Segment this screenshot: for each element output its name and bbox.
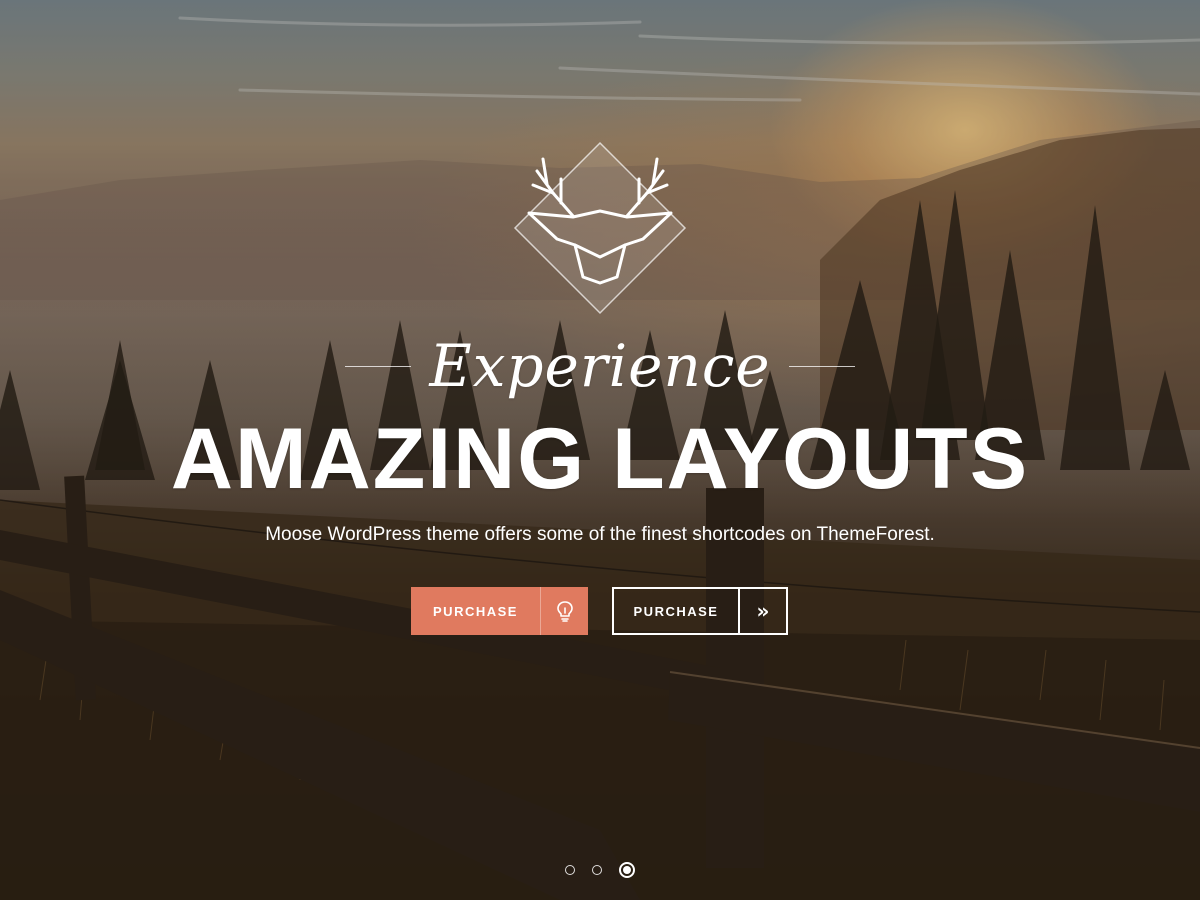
kicker-text: Experience	[429, 332, 771, 400]
kicker-row: Experience	[340, 326, 860, 406]
hero-content: Experience AMAZING LAYOUTS Moose WordPre…	[0, 0, 1200, 900]
purchase-button-secondary-label: PURCHASE	[633, 603, 719, 619]
slider-pagination	[565, 860, 635, 880]
headline: AMAZING LAYOUTS	[170, 411, 1030, 507]
slider-dot-2[interactable]	[592, 865, 602, 875]
kicker-divider-left	[345, 365, 412, 367]
purchase-button-secondary[interactable]: PURCHASE »	[612, 587, 788, 635]
kicker-divider-right	[788, 365, 855, 367]
purchase-button-primary-label: PURCHASE	[433, 603, 518, 619]
slider-dot-1[interactable]	[565, 865, 575, 875]
purchase-button-primary[interactable]: PURCHASE	[411, 587, 588, 635]
subtitle: Moose WordPress theme offers some of the…	[265, 524, 935, 545]
slider-dot-3-active[interactable]	[619, 862, 635, 878]
double-chevron-right-icon: »	[738, 589, 786, 633]
hero-slider: Experience AMAZING LAYOUTS Moose WordPre…	[0, 0, 1200, 900]
lightbulb-icon	[540, 587, 588, 635]
deer-head-icon	[513, 141, 687, 315]
